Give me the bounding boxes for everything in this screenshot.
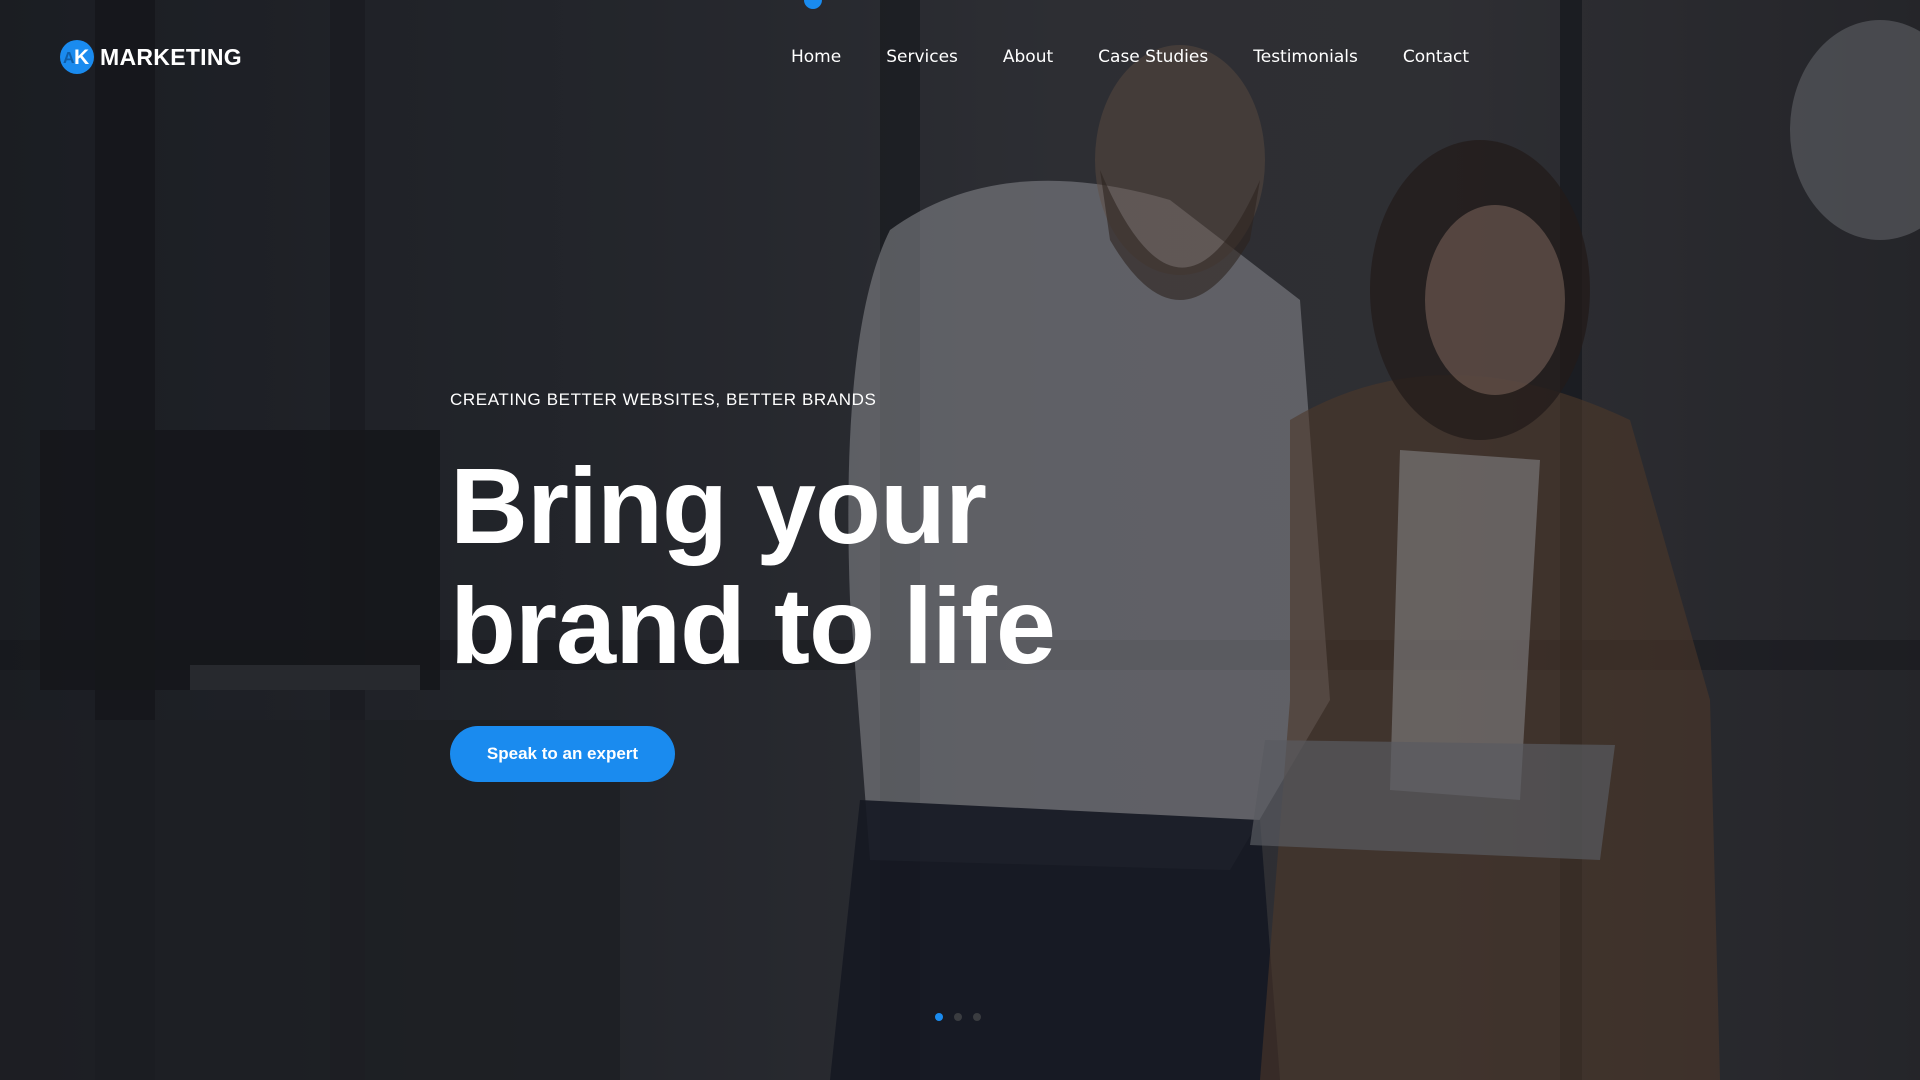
hero-headline-line-1: Bring your [450, 445, 987, 566]
slider-dot-1[interactable] [935, 1013, 943, 1021]
slider-dot-3[interactable] [973, 1013, 981, 1021]
hero-headline-line-2: brand to life [450, 565, 1056, 686]
hero-headline: Bring your brand to life [450, 446, 1250, 686]
site-logo[interactable]: AK MARKETING [60, 40, 242, 74]
nav-item-contact[interactable]: Contact [1403, 46, 1469, 68]
site-header: AK MARKETING Home Services About Case St… [0, 0, 1920, 114]
main-nav: Home Services About Case Studies Testimo… [791, 46, 1469, 68]
active-nav-indicator [804, 0, 822, 9]
slider-dot-2[interactable] [954, 1013, 962, 1021]
logo-text: MARKETING [100, 43, 242, 70]
nav-item-testimonials[interactable]: Testimonials [1253, 46, 1358, 68]
logo-mark-icon: AK [60, 40, 94, 74]
speak-to-expert-button[interactable]: Speak to an expert [450, 726, 675, 782]
nav-item-home[interactable]: Home [791, 46, 841, 68]
nav-item-case-studies[interactable]: Case Studies [1098, 46, 1208, 68]
slider-pagination [935, 1013, 981, 1021]
nav-item-about[interactable]: About [1003, 46, 1053, 68]
hero-eyebrow: CREATING BETTER WEBSITES, BETTER BRANDS [450, 390, 877, 409]
hero-section: CREATING BETTER WEBSITES, BETTER BRANDS … [450, 388, 1250, 782]
nav-item-services[interactable]: Services [886, 46, 958, 68]
